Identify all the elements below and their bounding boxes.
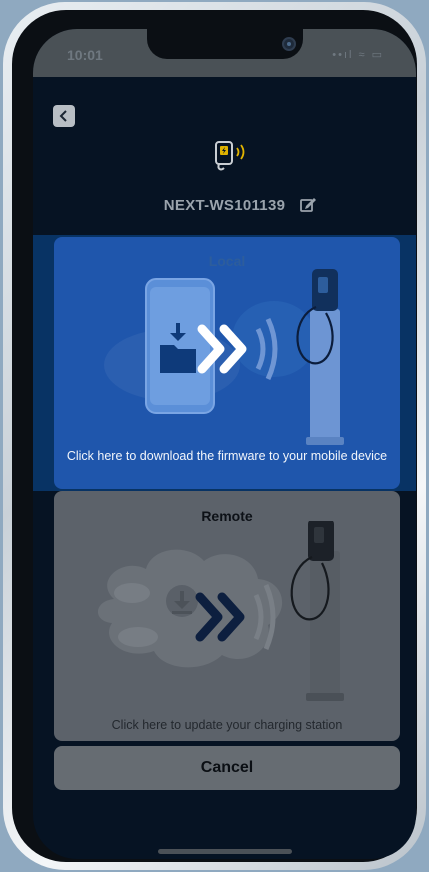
notch [147,29,303,59]
ev-charger-icon [215,141,245,171]
phone-bezel: 10:01 ••ıl ≈ ▭ NEXT-WS101139 Local Click… [12,10,417,862]
local-option-card[interactable]: Local Click here to download the firmwar… [54,237,400,489]
home-indicator [158,849,292,854]
back-button[interactable] [53,105,75,127]
camera-icon [282,37,296,51]
local-illustration [104,269,344,445]
remote-description: Click here to update your charging stati… [111,718,343,732]
cancel-button[interactable]: Cancel [54,746,400,790]
edit-icon[interactable] [299,196,317,214]
status-time: 10:01 [67,47,103,63]
charging-station-icon [296,269,344,445]
chevron-left-icon [59,110,67,122]
app-screen: 10:01 ••ıl ≈ ▭ NEXT-WS101139 Local Click… [33,29,416,859]
device-name: NEXT-WS101139 [163,197,286,214]
charging-station-icon [290,521,344,701]
local-description: Click here to download the firmware to y… [66,449,388,463]
phone-frame: 10:01 ••ıl ≈ ▭ NEXT-WS101139 Local Click… [3,2,426,870]
device-row: NEXT-WS101139 [33,197,416,215]
remote-illustration [97,521,344,701]
status-indicators: ••ıl ≈ ▭ [332,49,384,61]
remote-option-card[interactable]: Remote Click here to update your chargin… [54,491,400,741]
